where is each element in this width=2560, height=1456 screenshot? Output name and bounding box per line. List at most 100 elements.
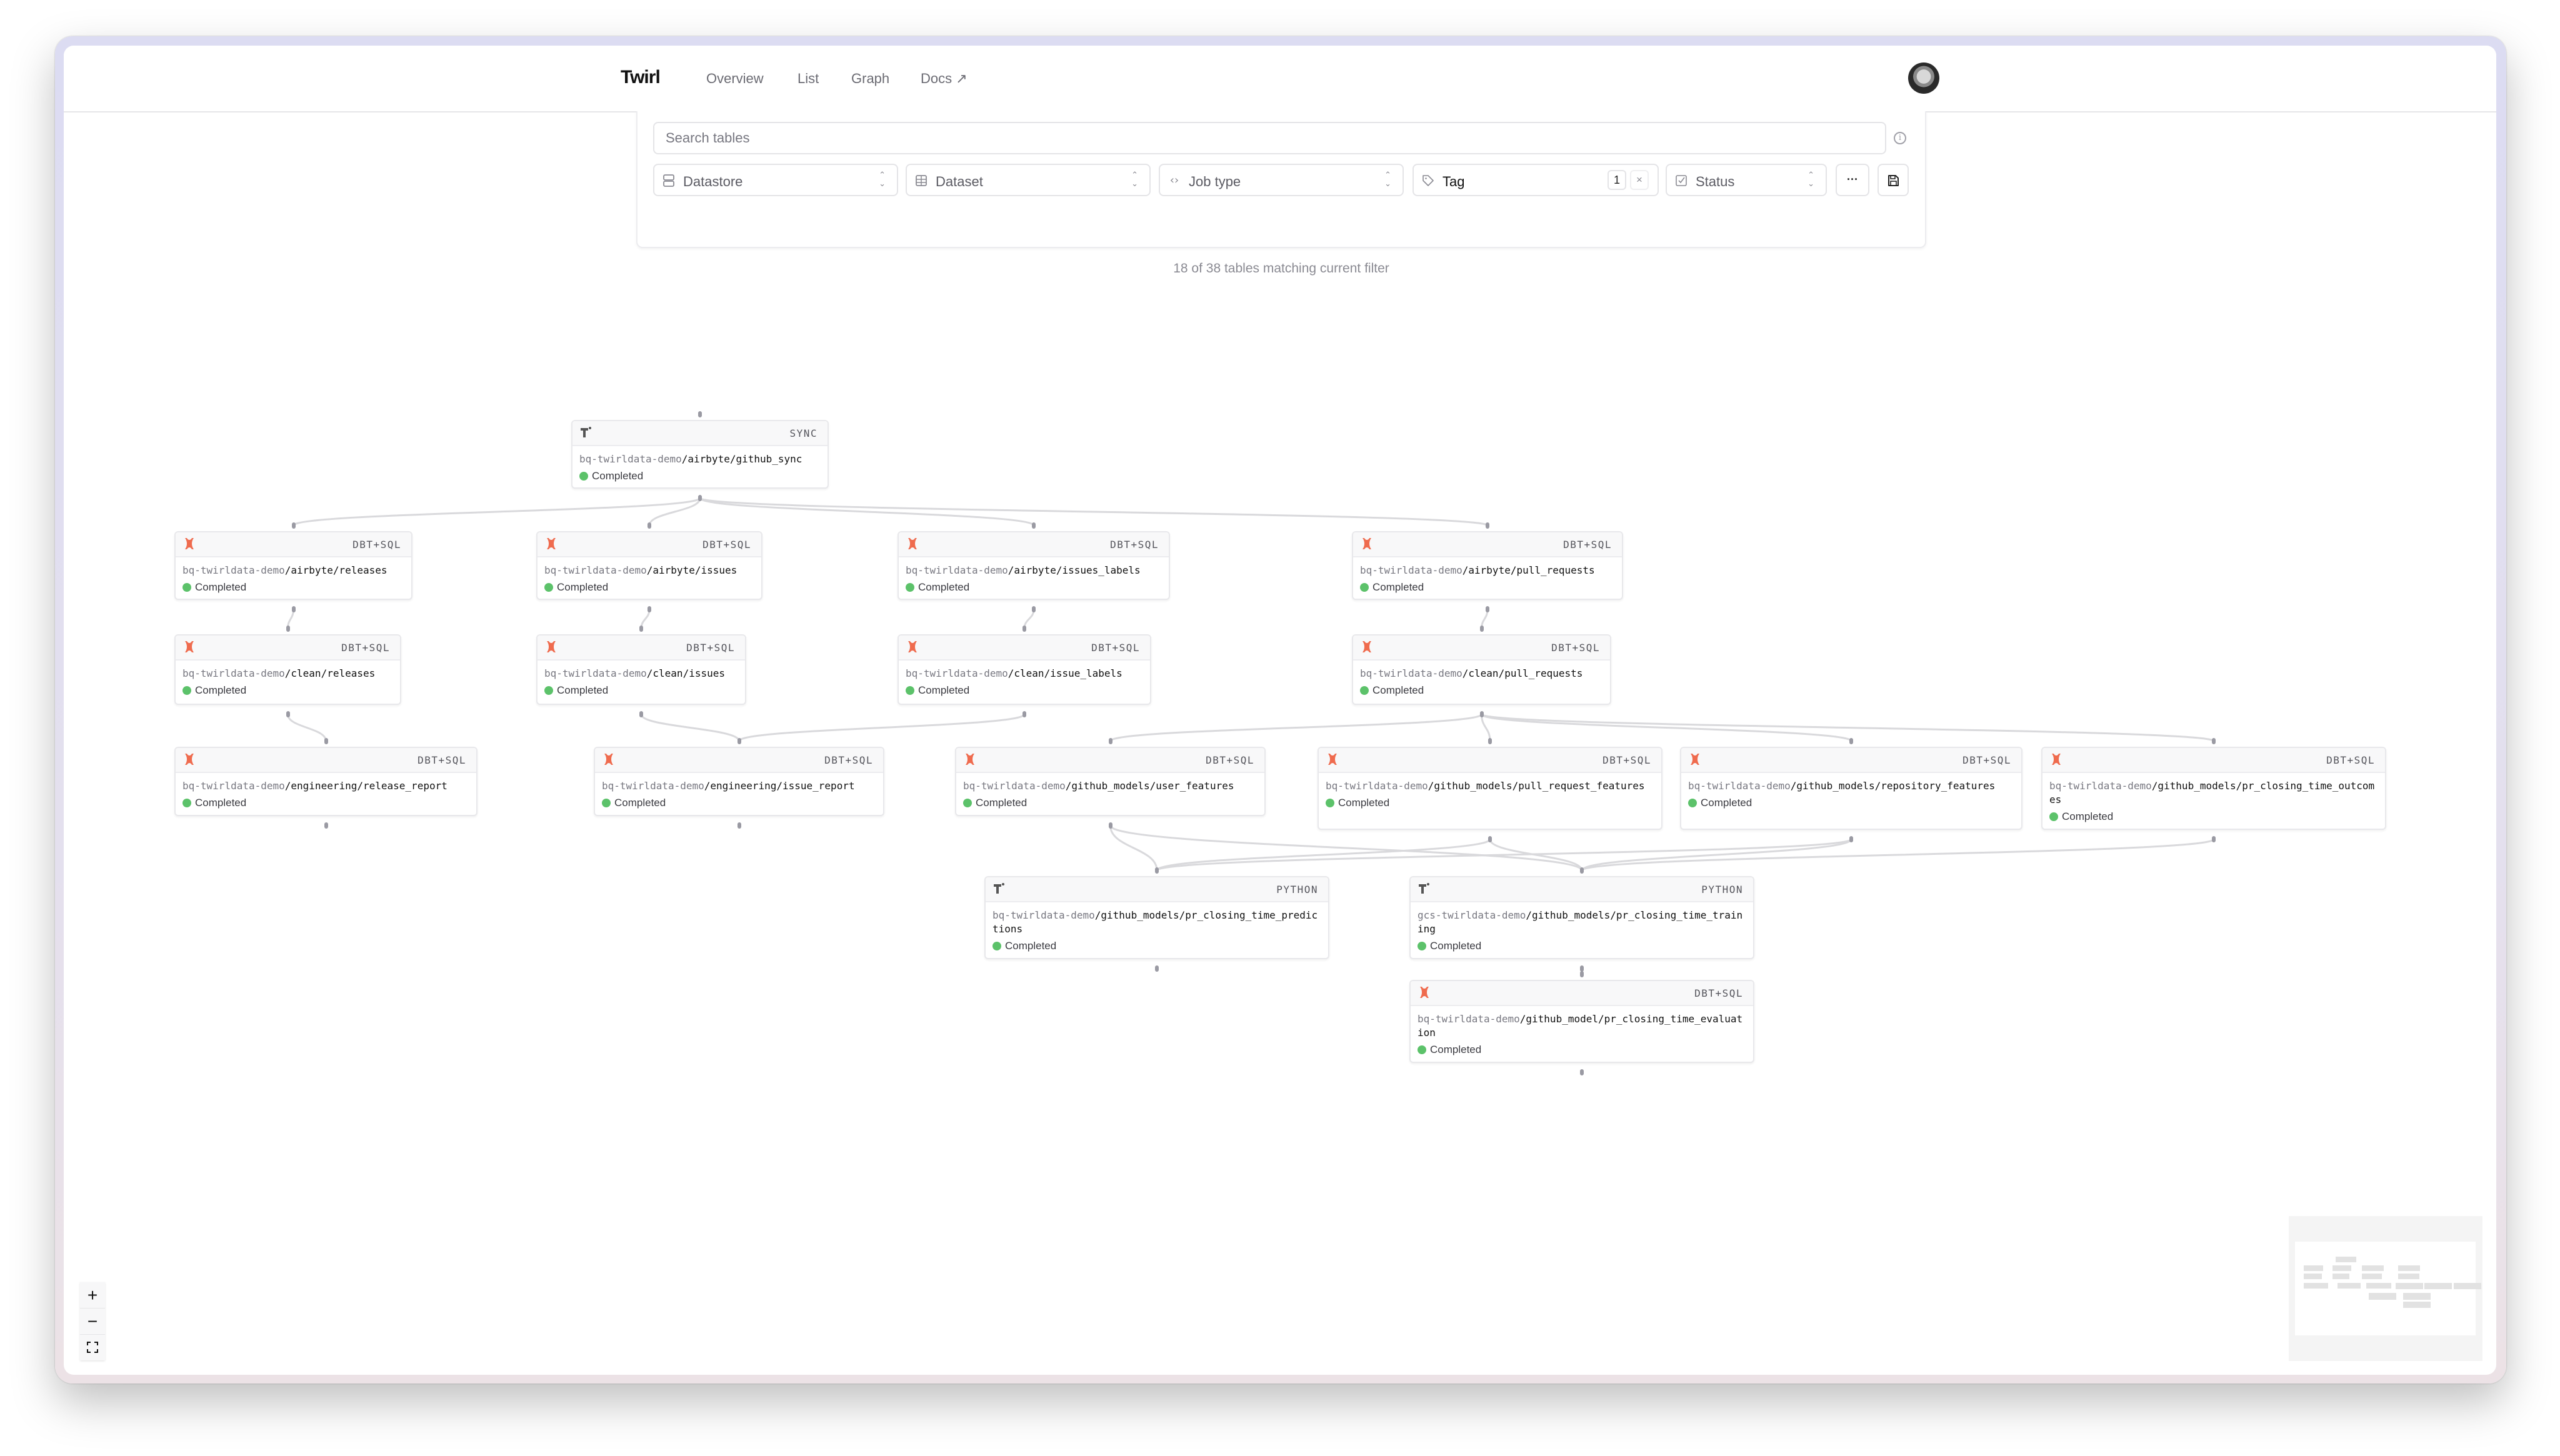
node-status-label: Completed — [195, 797, 247, 809]
node-output-handle[interactable] — [1479, 711, 1484, 717]
minimap-viewport[interactable] — [2295, 1242, 2482, 1335]
node-input-handle[interactable] — [1032, 522, 1036, 529]
graph-node[interactable]: DBT+SQL bq-twirldata-demo/airbyte/release… — [174, 531, 412, 600]
minimap-node — [2398, 1265, 2421, 1271]
graph-node[interactable]: DBT+SQL bq-twirldata-demo/clean/issue_lab… — [898, 634, 1151, 705]
node-status-label: Completed — [1372, 684, 1424, 696]
dbt-icon — [1417, 985, 1432, 1000]
zoom-in-button[interactable]: + — [80, 1282, 105, 1309]
node-datastore: bq-twirldata-demo — [544, 667, 647, 679]
node-table-name: /clean/releases — [284, 667, 376, 679]
node-table-path: bq-twirldata-demo/airbyte/github_sync — [579, 452, 821, 466]
minimap-node — [2361, 1265, 2384, 1271]
node-input-handle[interactable] — [291, 522, 296, 529]
node-output-handle[interactable] — [286, 711, 290, 717]
node-table-name: /airbyte/releases — [284, 564, 388, 576]
node-table-path: bq-twirldata-demo/github_model/pr_closin… — [1418, 1012, 1746, 1040]
node-input-handle[interactable] — [639, 626, 643, 632]
node-job-type: DBT+SQL — [1563, 539, 1612, 551]
node-input-handle[interactable] — [1486, 522, 1489, 529]
node-input-handle[interactable] — [324, 738, 328, 744]
node-job-type: DBT+SQL — [1091, 642, 1140, 654]
node-header: PYTHON — [986, 877, 1328, 902]
node-output-handle[interactable] — [1580, 1069, 1584, 1075]
graph-edge — [699, 497, 1489, 527]
node-job-type: DBT+SQL — [352, 539, 401, 551]
node-output-handle[interactable] — [648, 606, 651, 612]
node-input-handle[interactable] — [1580, 867, 1584, 874]
graph-node[interactable]: DBT+SQL bq-twirldata-demo/github_models/p… — [1318, 747, 1662, 830]
node-job-type: DBT+SQL — [1110, 539, 1159, 551]
node-output-handle[interactable] — [1108, 822, 1112, 829]
node-input-handle[interactable] — [737, 738, 741, 744]
node-status: Completed — [1360, 684, 1603, 697]
node-output-handle[interactable] — [737, 822, 741, 829]
node-status: Completed — [906, 581, 1162, 594]
graph-node[interactable]: DBT+SQL bq-twirldata-demo/github_models/p… — [2041, 747, 2386, 830]
status-dot-icon — [906, 686, 914, 695]
dbt-icon — [1325, 752, 1340, 767]
graph-node[interactable]: PYTHON gcs-twirldata-demo/github_models/p… — [1409, 876, 1754, 959]
node-output-handle[interactable] — [1488, 836, 1492, 842]
graph-node[interactable]: DBT+SQL bq-twirldata-demo/clean/pull_requ… — [1352, 634, 1611, 705]
node-table-path: gcs-twirldata-demo/github_models/pr_clos… — [1418, 909, 1746, 936]
node-output-handle[interactable] — [291, 606, 296, 612]
graph-edge — [287, 714, 327, 742]
graph-node[interactable]: DBT+SQL bq-twirldata-demo/clean/releases C… — [174, 634, 401, 705]
node-input-handle[interactable] — [1108, 738, 1112, 744]
node-status-label: Completed — [918, 684, 970, 696]
node-output-handle[interactable] — [639, 711, 643, 717]
status-dot-icon — [182, 583, 191, 592]
node-output-handle[interactable] — [1032, 606, 1036, 612]
node-datastore: bq-twirldata-demo — [182, 780, 285, 792]
node-input-handle[interactable] — [1022, 626, 1026, 632]
node-table-path: bq-twirldata-demo/engineering/issue_repo… — [602, 779, 876, 793]
node-job-type: DBT+SQL — [2326, 754, 2375, 766]
node-output-handle[interactable] — [1486, 606, 1489, 612]
node-table-name: /github_models/repository_features — [1790, 780, 1996, 792]
graph-node[interactable]: DBT+SQL bq-twirldata-demo/github_models/r… — [1680, 747, 2022, 830]
node-job-type: DBT+SQL — [702, 539, 751, 551]
graph-node[interactable]: DBT+SQL bq-twirldata-demo/engineering/iss… — [594, 747, 884, 816]
zoom-out-button[interactable]: − — [80, 1309, 105, 1335]
node-header: DBT+SQL — [956, 748, 1264, 773]
graph-node[interactable]: DBT+SQL bq-twirldata-demo/clean/issues Com… — [536, 634, 746, 705]
node-input-handle[interactable] — [1155, 867, 1159, 874]
node-output-handle[interactable] — [2212, 836, 2216, 842]
node-input-handle[interactable] — [2212, 738, 2216, 744]
graph-node[interactable]: DBT+SQL bq-twirldata-demo/airbyte/issues_… — [898, 531, 1170, 600]
minimap[interactable] — [2289, 1216, 2482, 1361]
node-job-type: DBT+SQL — [686, 642, 735, 654]
node-input-handle[interactable] — [1849, 738, 1853, 744]
graph-edge — [1156, 838, 1491, 872]
graph-node[interactable]: DBT+SQL bq-twirldata-demo/airbyte/issues C… — [536, 531, 762, 600]
graph-node[interactable]: DBT+SQL bq-twirldata-demo/airbyte/pull_re… — [1352, 531, 1623, 600]
node-output-handle[interactable] — [1155, 965, 1159, 972]
node-input-handle[interactable] — [698, 411, 702, 417]
node-status-label: Completed — [1005, 940, 1057, 952]
node-output-handle[interactable] — [698, 495, 702, 501]
graph-edge — [1109, 713, 1482, 742]
node-datastore: bq-twirldata-demo — [1688, 780, 1791, 792]
node-output-handle[interactable] — [1022, 711, 1026, 717]
node-input-handle[interactable] — [1580, 971, 1584, 977]
node-input-handle[interactable] — [1479, 626, 1484, 632]
node-status: Completed — [1418, 940, 1746, 952]
node-output-handle[interactable] — [324, 822, 328, 829]
node-status: Completed — [906, 684, 1143, 697]
node-job-type: DBT+SQL — [1694, 987, 1743, 999]
graph-edge — [1581, 838, 2215, 872]
status-dot-icon — [544, 583, 553, 592]
twirl-icon — [992, 881, 1007, 896]
node-output-handle[interactable] — [1849, 836, 1853, 842]
graph-node[interactable]: PYTHON bq-twirldata-demo/github_models/pr… — [984, 876, 1329, 959]
fit-view-button[interactable] — [80, 1335, 105, 1360]
node-input-handle[interactable] — [648, 522, 651, 529]
graph-node[interactable]: DBT+SQL bq-twirldata-demo/github_models/u… — [955, 747, 1266, 816]
graph-node[interactable]: DBT+SQL bq-twirldata-demo/engineering/rel… — [174, 747, 478, 816]
node-input-handle[interactable] — [286, 626, 290, 632]
graph-node[interactable]: DBT+SQL bq-twirldata-demo/github_model/pr… — [1409, 980, 1754, 1063]
status-dot-icon — [963, 799, 972, 807]
node-input-handle[interactable] — [1488, 738, 1492, 744]
graph-node[interactable]: SYNC bq-twirldata-demo/airbyte/github_syn… — [571, 420, 829, 489]
